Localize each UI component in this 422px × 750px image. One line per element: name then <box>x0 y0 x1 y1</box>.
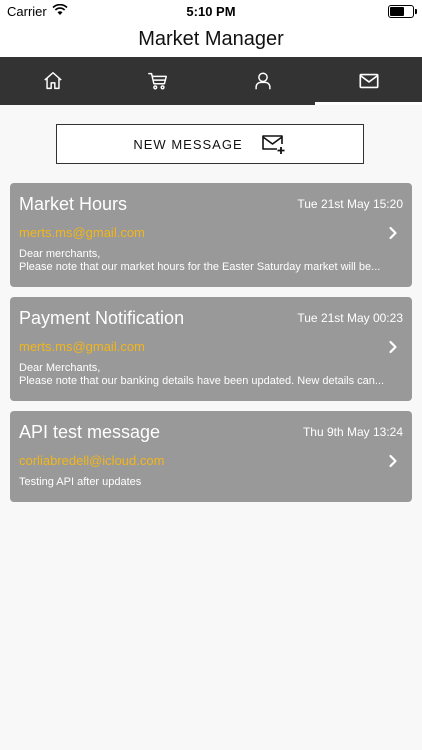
message-preview-line: Please note that our banking details hav… <box>19 375 385 387</box>
message-preview: Dear Merchants, Please note that our ban… <box>19 362 403 388</box>
message-preview-line: Dear Merchants, <box>19 362 101 374</box>
status-bar: Carrier 5:10 PM <box>0 0 422 22</box>
tab-home[interactable] <box>0 57 105 105</box>
message-preview: Testing API after updates <box>19 476 403 489</box>
battery-icon <box>388 5 417 18</box>
tab-messages[interactable] <box>315 57 422 105</box>
mail-icon <box>358 73 379 89</box>
message-date: Thu 9th May 13:24 <box>302 425 403 439</box>
user-icon <box>254 72 271 90</box>
message-sender: merts.ms@gmail.com <box>19 339 145 354</box>
tab-bar <box>0 57 422 105</box>
message-card[interactable]: Payment Notification Tue 21st May 00:23 … <box>10 297 412 401</box>
new-message-button[interactable]: NEW MESSAGE <box>56 124 364 164</box>
message-card[interactable]: API test message Thu 9th May 13:24 corli… <box>10 411 412 502</box>
message-preview-line: Please note that our market hours for th… <box>19 261 381 273</box>
header: Market Manager <box>0 22 422 57</box>
clock: 5:10 PM <box>186 4 236 19</box>
message-sender: merts.ms@gmail.com <box>19 225 145 240</box>
message-preview-line: Dear merchants, <box>19 248 101 260</box>
message-date: Tue 21st May 15:20 <box>297 197 403 211</box>
chevron-right-icon <box>389 340 397 354</box>
new-message-label: NEW MESSAGE <box>133 136 243 152</box>
message-card[interactable]: Market Hours Tue 21st May 15:20 merts.ms… <box>10 183 412 287</box>
message-preview: Dear merchants, Please note that our mar… <box>19 248 403 274</box>
chevron-right-icon <box>389 226 397 240</box>
page-title: Market Manager <box>138 28 284 50</box>
mail-plus-icon <box>261 135 285 154</box>
message-subject: Market Hours <box>19 194 128 214</box>
tab-cart[interactable] <box>105 57 210 105</box>
home-icon <box>43 72 62 90</box>
chevron-right-icon <box>389 454 397 468</box>
cart-icon <box>147 72 167 90</box>
message-preview-line: Testing API after updates <box>19 476 142 488</box>
message-date: Tue 21st May 00:23 <box>297 311 403 325</box>
tab-profile[interactable] <box>210 57 315 105</box>
active-tab-indicator <box>315 102 422 105</box>
message-subject: API test message <box>19 422 161 442</box>
message-subject: Payment Notification <box>19 308 185 328</box>
message-sender: corliabredell@icloud.com <box>19 453 165 468</box>
